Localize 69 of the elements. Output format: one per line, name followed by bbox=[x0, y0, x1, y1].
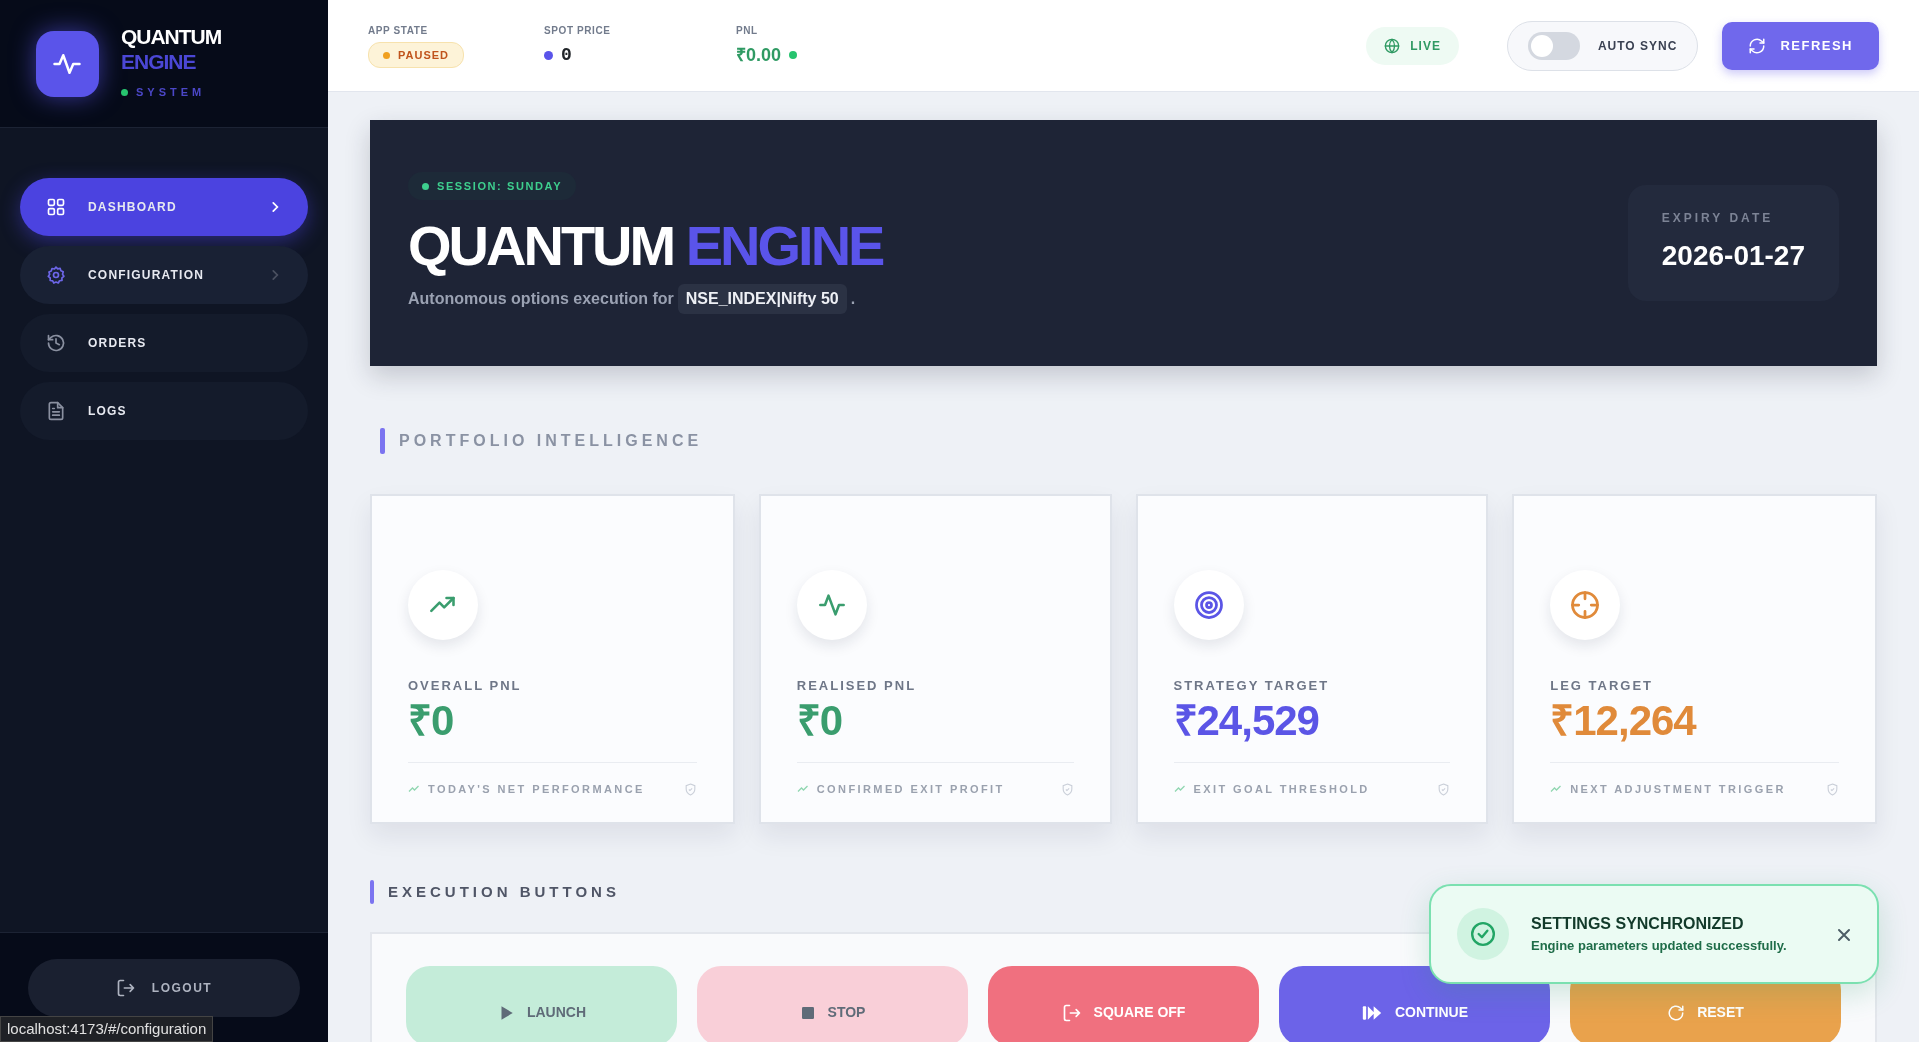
hero-title: ENGINE bbox=[685, 214, 883, 278]
target-icon bbox=[1193, 590, 1224, 620]
globe-icon bbox=[1384, 37, 1401, 54]
instrument-tag: NSE_INDEX|Nifty 50 bbox=[677, 284, 847, 315]
metric-label: REALISED PNL bbox=[796, 677, 918, 695]
pnl-value: ₹0.00 bbox=[736, 43, 782, 67]
metric-value: ₹0 bbox=[796, 695, 844, 746]
auto-sync-toggle[interactable]: AUTO SYNC bbox=[1506, 20, 1699, 71]
indicator-dot bbox=[789, 51, 798, 59]
metric-note: EXIT GOAL THRESHOLD bbox=[1193, 781, 1370, 797]
sidebar-item[interactable]: DASHBOARD bbox=[20, 178, 308, 236]
exit-icon bbox=[1061, 1002, 1082, 1023]
app-state-label: APP STATE bbox=[368, 23, 429, 38]
hero-subtitle: Autonomous options execution for bbox=[408, 289, 674, 310]
section-accent-bar bbox=[370, 880, 374, 904]
spot-price-value: 0 bbox=[561, 43, 572, 67]
action-button[interactable]: SQUARE OFF bbox=[988, 966, 1259, 1042]
settings-icon bbox=[46, 265, 66, 285]
sidebar-item[interactable]: LOGS bbox=[20, 382, 308, 440]
stop-icon bbox=[799, 1004, 816, 1021]
logout-icon bbox=[115, 977, 136, 998]
brand-subtitle: SYSTEM bbox=[135, 85, 206, 101]
spot-price-label: SPOT PRICE bbox=[544, 23, 612, 38]
action-button[interactable]: CONTINUE bbox=[1279, 966, 1550, 1042]
metric-value: ₹12,264 bbox=[1550, 695, 1698, 746]
document-icon bbox=[46, 401, 66, 421]
toast-title: SETTINGS SYNCHRONIZED bbox=[1531, 914, 1745, 935]
metric-note: NEXT ADJUSTMENT TRIGGER bbox=[1570, 781, 1786, 797]
refresh-icon bbox=[1748, 36, 1767, 55]
punctuation: . bbox=[850, 289, 856, 310]
metric-label: STRATEGY TARGET bbox=[1173, 677, 1331, 695]
metric-label: LEG TARGET bbox=[1550, 677, 1655, 695]
shield-icon bbox=[1060, 782, 1074, 796]
crosshair-icon bbox=[1570, 590, 1601, 620]
metric-value: ₹24,529 bbox=[1173, 695, 1320, 746]
section-title: PORTFOLIO INTELLIGENCE bbox=[399, 431, 703, 451]
section-title: EXECUTION BUTTONS bbox=[388, 881, 620, 902]
brand-name: QUANTUM bbox=[120, 25, 222, 49]
reset-icon bbox=[1667, 1003, 1686, 1022]
metric-note: TODAY'S NET PERFORMANCE bbox=[428, 781, 645, 797]
refresh-button[interactable]: REFRESH bbox=[1722, 21, 1879, 70]
live-badge: LIVE bbox=[1366, 26, 1459, 65]
dashboard-icon bbox=[46, 197, 66, 217]
hero-title: QUANTUM bbox=[408, 214, 674, 278]
history-icon bbox=[46, 333, 66, 353]
section-accent-bar bbox=[380, 428, 385, 454]
sidebar-item[interactable]: ORDERS bbox=[20, 314, 308, 372]
shield-icon bbox=[1437, 782, 1451, 796]
status-dot bbox=[120, 89, 128, 96]
link-preview-url: localhost:4173/#/configuration bbox=[0, 1015, 214, 1042]
metric-label: OVERALL PNL bbox=[408, 677, 523, 695]
toggle-switch[interactable] bbox=[1527, 31, 1580, 60]
shield-icon bbox=[1826, 782, 1839, 796]
expiry-label: EXPIRY DATE bbox=[1661, 210, 1775, 227]
check-circle-icon bbox=[1470, 921, 1496, 947]
logout-button[interactable]: LOGOUT bbox=[28, 958, 300, 1017]
pnl-label: PNL bbox=[736, 23, 759, 38]
sidebar-item[interactable]: CONFIGURATION bbox=[20, 246, 308, 304]
toast-message: Engine parameters updated successfully. bbox=[1531, 937, 1787, 956]
shield-icon bbox=[683, 782, 697, 796]
indicator-dot bbox=[544, 50, 553, 60]
pulse-icon bbox=[817, 591, 846, 619]
brand-name: ENGINE bbox=[120, 50, 196, 74]
app-logo bbox=[36, 30, 99, 97]
metric-note: CONFIRMED EXIT PROFIT bbox=[816, 781, 1005, 797]
expiry-date: 2026-01-27 bbox=[1661, 239, 1805, 273]
session-badge: SESSION: SUNDAY bbox=[408, 171, 577, 201]
metric-value: ₹0 bbox=[408, 695, 455, 746]
status-badge: PAUSED bbox=[368, 41, 465, 69]
